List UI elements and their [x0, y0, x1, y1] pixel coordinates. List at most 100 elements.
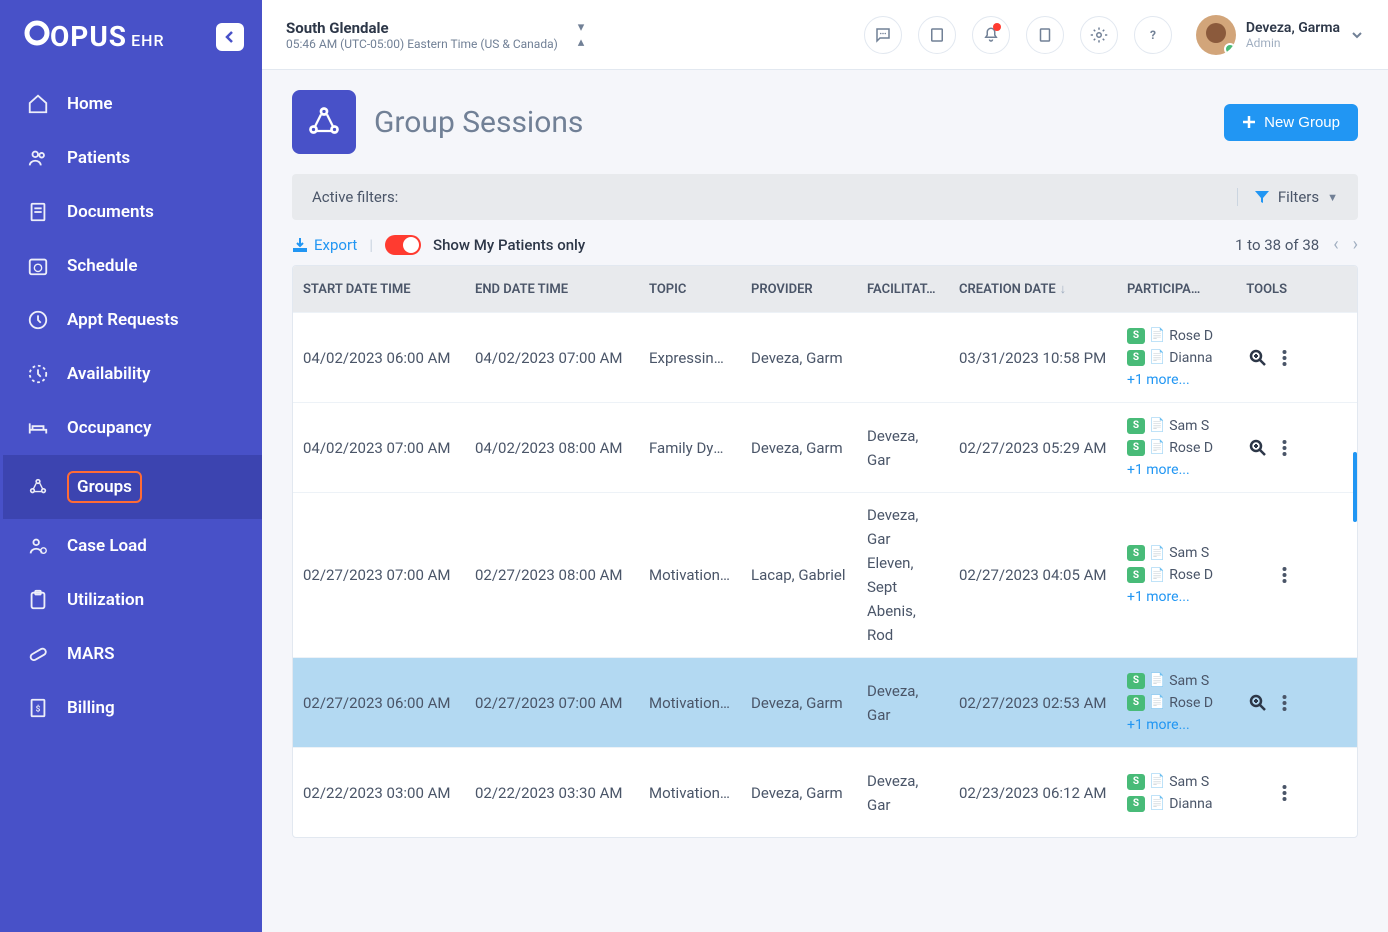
settings-button[interactable] [1080, 16, 1118, 54]
sidebar-item-occupancy[interactable]: Occupancy [0, 401, 262, 455]
user-name: Deveza, Garma [1246, 20, 1340, 36]
cell-start: 02/22/2023 03:00 AM [293, 774, 465, 812]
new-group-button[interactable]: New Group [1224, 104, 1358, 141]
participant: S📄Rose D [1127, 328, 1217, 344]
collapse-sidebar-button[interactable] [216, 23, 244, 51]
more-actions-button[interactable] [1282, 566, 1287, 584]
cell-participants: S📄Sam S S📄Rose D +1 more... [1117, 663, 1227, 743]
more-participants-link[interactable]: +1 more... [1127, 717, 1217, 733]
table-row[interactable]: 02/27/2023 07:00 AM 02/27/2023 08:00 AM … [293, 492, 1357, 657]
col-facilitator[interactable]: FACILITAT… [857, 272, 949, 307]
cell-facilitator: Deveza,Gar [857, 759, 949, 827]
more-participants-link[interactable]: +1 more... [1127, 462, 1217, 478]
more-participants-link[interactable]: +1 more... [1127, 589, 1217, 605]
participant: S📄Sam S [1127, 673, 1217, 689]
table-row[interactable]: 02/22/2023 03:00 AM 02/22/2023 03:30 AM … [293, 747, 1357, 837]
participant: S📄Rose D [1127, 567, 1217, 583]
cell-topic: Family Dynam [639, 429, 741, 467]
zoom-icon[interactable] [1248, 348, 1268, 368]
col-participants[interactable]: PARTICIPA… [1117, 272, 1227, 307]
more-actions-button[interactable] [1282, 694, 1287, 712]
cell-created: 03/31/2023 10:58 PM [949, 339, 1117, 377]
tasks-button[interactable] [1026, 16, 1064, 54]
more-actions-button[interactable] [1282, 439, 1287, 457]
more-participants-link[interactable]: +1 more... [1127, 372, 1217, 388]
col-created[interactable]: CREATION DATE↓ [949, 271, 1117, 307]
user-menu[interactable]: Deveza, Garma Admin [1196, 15, 1364, 55]
pagination-text: 1 to 38 of 38 [1235, 236, 1319, 254]
cell-facilitator [857, 348, 949, 368]
chat-button[interactable] [864, 16, 902, 54]
show-my-patients-toggle[interactable] [385, 235, 421, 255]
col-end[interactable]: END DATE TIME [465, 272, 639, 307]
sidebar-item-case-load[interactable]: Case Load [0, 519, 262, 573]
sidebar-item-schedule[interactable]: Schedule [0, 239, 262, 293]
sidebar-item-home[interactable]: Home [0, 77, 262, 131]
table-row[interactable]: 04/02/2023 07:00 AM 04/02/2023 08:00 AM … [293, 402, 1357, 492]
cell-start: 04/02/2023 06:00 AM [293, 339, 465, 377]
more-actions-button[interactable] [1282, 784, 1287, 802]
participant: S📄Dianna [1127, 796, 1217, 812]
prev-page-button[interactable]: ‹ [1333, 234, 1338, 255]
user-info: Deveza, Garma Admin [1246, 20, 1340, 50]
chevron-down-icon: ▼ [1327, 191, 1338, 204]
zoom-icon[interactable] [1248, 693, 1268, 713]
cell-facilitator: Deveza,Gar [857, 669, 949, 737]
status-badge: S [1127, 350, 1145, 366]
sidebar-item-mars[interactable]: MARS [0, 627, 262, 681]
col-start[interactable]: START DATE TIME [293, 272, 465, 307]
col-topic[interactable]: TOPIC [639, 272, 741, 307]
home-icon [27, 93, 49, 115]
sidebar-item-utilization[interactable]: Utilization [0, 573, 262, 627]
cell-tools [1227, 338, 1297, 378]
table-row[interactable]: 04/02/2023 06:00 AM 04/02/2023 07:00 AM … [293, 312, 1357, 402]
location-caret-icon[interactable]: ▾▴ [578, 20, 585, 50]
zoom-icon[interactable] [1248, 438, 1268, 458]
status-badge: S [1127, 774, 1145, 790]
scrollbar[interactable] [1353, 452, 1357, 522]
filters-button[interactable]: Filters ▼ [1237, 188, 1338, 206]
book-button[interactable] [918, 16, 956, 54]
help-button[interactable]: ? [1134, 16, 1172, 54]
sidebar-item-appt-requests[interactable]: Appt Requests [0, 293, 262, 347]
billing-icon: $ [27, 697, 49, 719]
plus-icon [1242, 115, 1256, 129]
cell-topic: Expressing an [639, 339, 741, 377]
nav-label: MARS [67, 644, 115, 664]
cell-facilitator: Deveza,Gar [857, 414, 949, 482]
cell-tools [1227, 556, 1297, 594]
more-actions-button[interactable] [1282, 349, 1287, 367]
location-selector[interactable]: South Glendale 05:46 AM (UTC-05:00) East… [286, 19, 558, 51]
doc-icon: 📄 [1149, 418, 1165, 433]
col-tools: TOOLS [1227, 272, 1297, 307]
export-button[interactable]: Export [292, 236, 357, 254]
table-header: START DATE TIME END DATE TIME TOPIC PROV… [293, 266, 1357, 312]
chevron-down-icon [1350, 28, 1364, 42]
sidebar-item-groups[interactable]: Groups [0, 455, 262, 519]
cell-start: 04/02/2023 07:00 AM [293, 429, 465, 467]
svg-text:?: ? [1150, 27, 1156, 41]
help-icon: ? [1144, 26, 1162, 44]
table-row[interactable]: 02/27/2023 06:00 AM 02/27/2023 07:00 AM … [293, 657, 1357, 747]
sidebar-item-billing[interactable]: $ Billing [0, 681, 262, 735]
nav-label: Billing [67, 698, 115, 718]
svg-text:$: $ [36, 704, 41, 715]
doc-icon: 📄 [1149, 568, 1165, 583]
sidebar-item-patients[interactable]: Patients [0, 131, 262, 185]
sidebar-item-availability[interactable]: Availability [0, 347, 262, 401]
cell-tools [1227, 683, 1297, 723]
notifications-button[interactable] [972, 16, 1010, 54]
status-badge: S [1127, 796, 1145, 812]
participant: S📄Sam S [1127, 774, 1217, 790]
cell-topic: Motivation wit [639, 556, 741, 594]
nav-label: Case Load [67, 536, 147, 556]
nav-label: Groups [67, 471, 142, 503]
case-load-icon [27, 535, 49, 557]
col-provider[interactable]: PROVIDER [741, 272, 857, 307]
cell-end: 02/27/2023 08:00 AM [465, 556, 639, 594]
cell-end: 02/27/2023 07:00 AM [465, 684, 639, 722]
new-btn-label: New Group [1264, 114, 1340, 131]
schedule-icon [27, 255, 49, 277]
next-page-button[interactable]: › [1353, 234, 1358, 255]
sidebar-item-documents[interactable]: Documents [0, 185, 262, 239]
